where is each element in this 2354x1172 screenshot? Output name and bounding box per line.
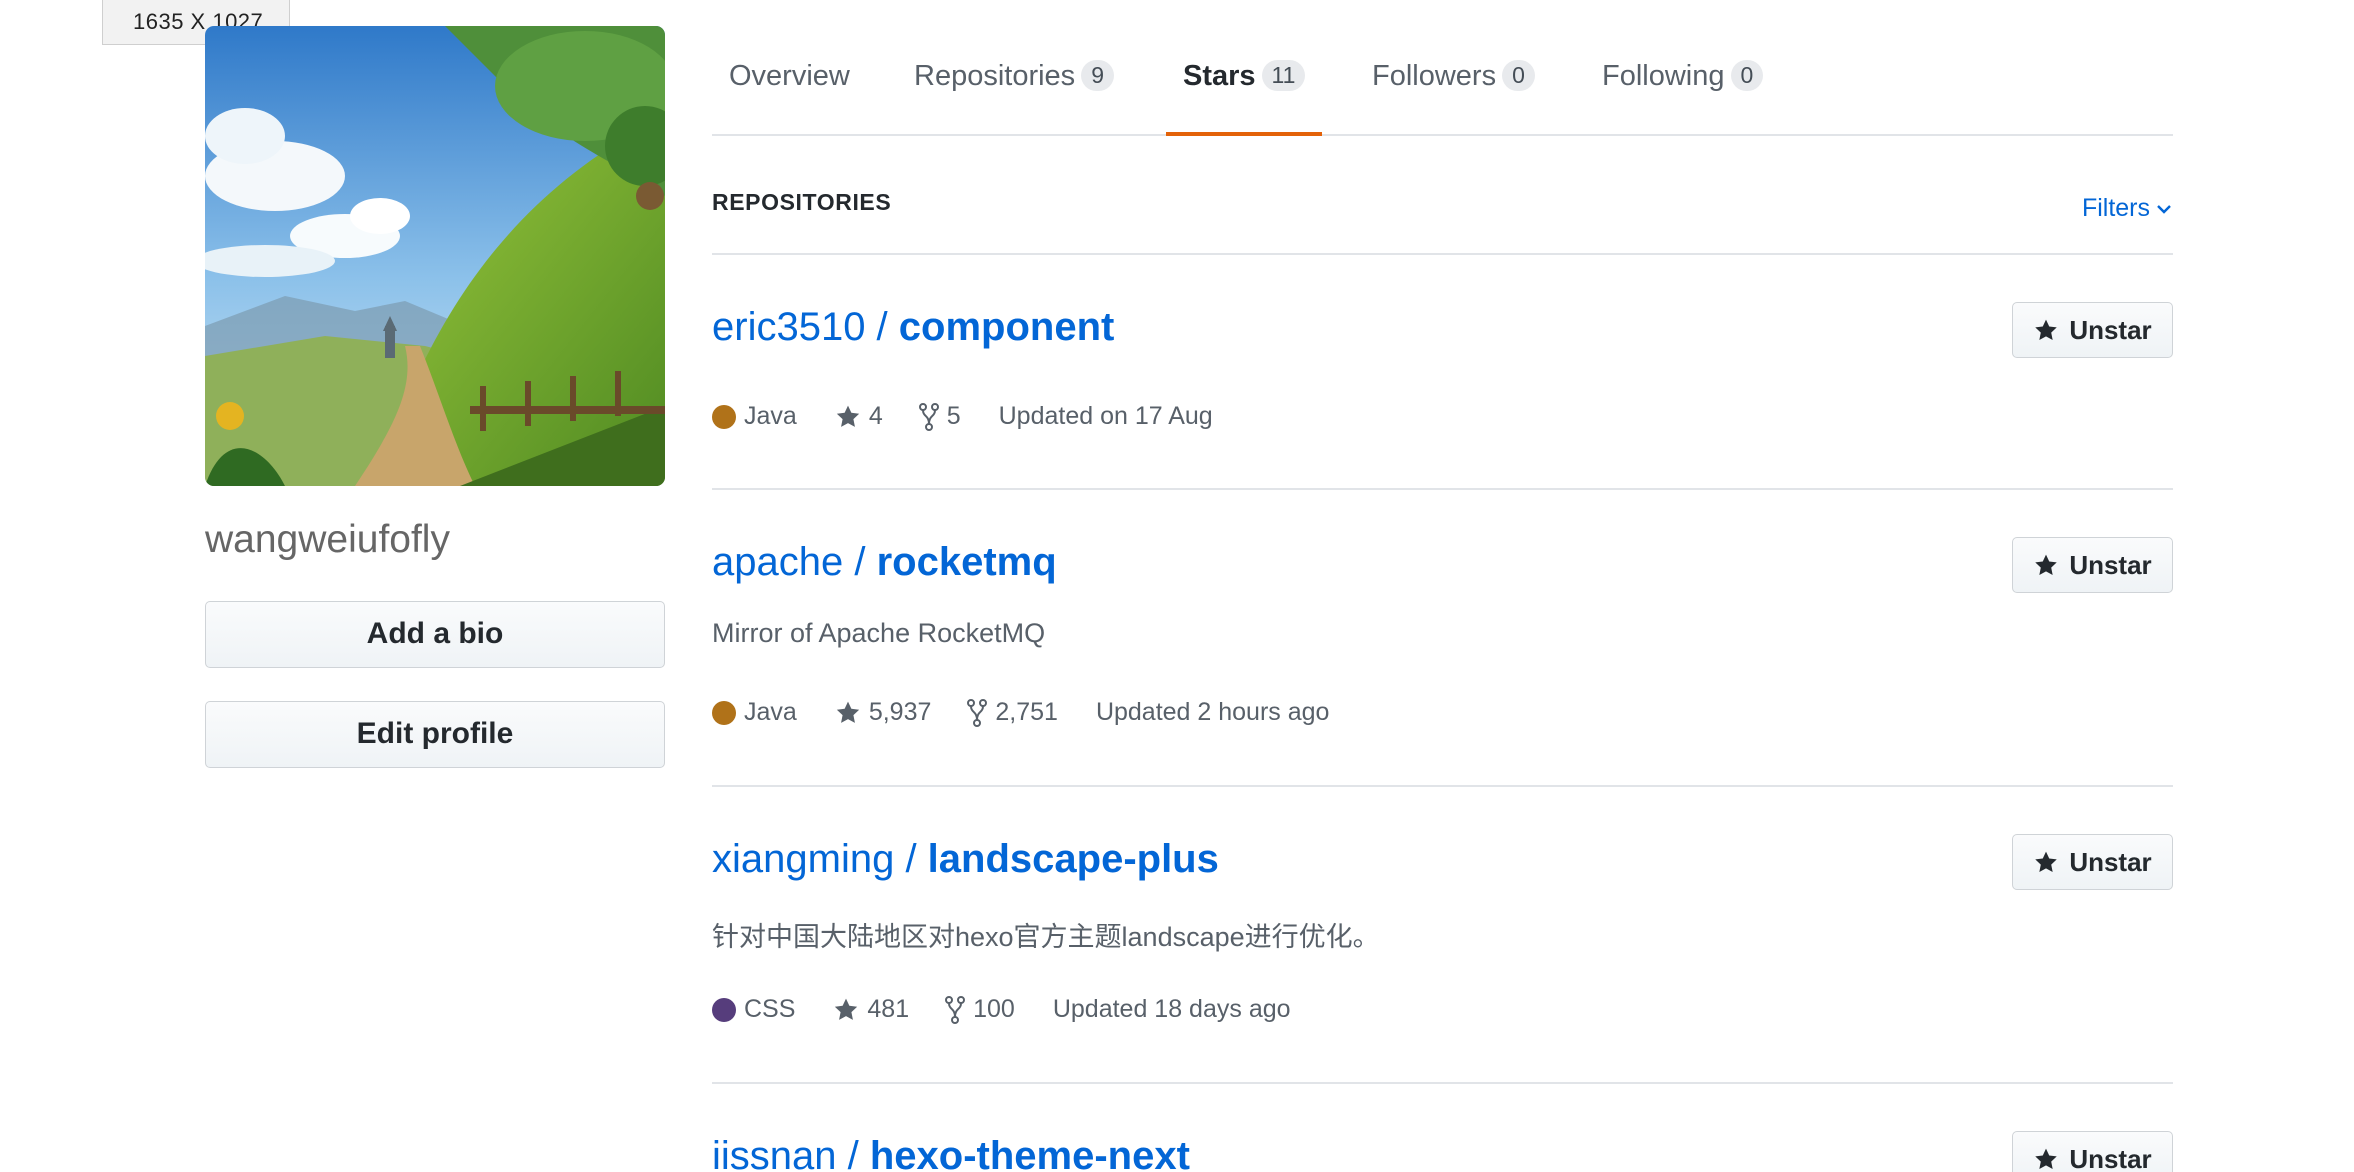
- repo-stars[interactable]: 5,937: [835, 698, 932, 727]
- language-label: Java: [744, 402, 797, 430]
- repo-forks[interactable]: 100: [945, 995, 1015, 1024]
- unstar-label: Unstar: [2069, 1143, 2152, 1172]
- star-icon: [835, 998, 858, 1020]
- repo-item: iissnan / hexo-theme-next Unstar: [712, 1084, 2173, 1172]
- stars-count: 4: [868, 402, 883, 430]
- repo-item: apache / rocketmq Unstar Mirror of Apach…: [712, 490, 2173, 787]
- tab-counter: 0: [1730, 60, 1764, 91]
- tab-followers[interactable]: Followers 0: [1372, 60, 1535, 93]
- tab-counter: 9: [1081, 60, 1114, 91]
- section-title: REPOSITORIES: [712, 189, 892, 215]
- tab-counter: 0: [1502, 60, 1535, 91]
- repo-language: Java: [712, 698, 797, 727]
- repo-stars[interactable]: 4: [835, 402, 883, 431]
- forks-count: 100: [973, 995, 1015, 1023]
- tab-label: Overview: [729, 60, 850, 92]
- tab-label: Stars: [1183, 60, 1256, 92]
- repo-owner: eric3510: [712, 305, 866, 349]
- unstar-label: Unstar: [2069, 314, 2152, 345]
- profile-username: wangweiufofly: [205, 518, 450, 561]
- repo-name: landscape-plus: [927, 837, 1219, 881]
- repo-owner: iissnan: [712, 1134, 837, 1172]
- add-bio-button[interactable]: Add a bio: [205, 601, 665, 668]
- unstar-button[interactable]: Unstar: [2012, 834, 2173, 890]
- language-color-dot: [712, 404, 736, 429]
- repo-description: 针对中国大陆地区对hexo官方主题landscape进行优化。: [712, 922, 1380, 952]
- filters-label: Filters: [2081, 194, 2150, 222]
- star-icon: [2035, 319, 2058, 340]
- forks-count: 2,751: [995, 698, 1058, 726]
- repo-name: hexo-theme-next: [869, 1134, 1190, 1172]
- tab-stars[interactable]: Stars 11: [1183, 60, 1306, 93]
- selected-tab-indicator: [1166, 132, 1322, 136]
- tab-overview[interactable]: Overview: [729, 60, 850, 93]
- repo-name: rocketmq: [876, 540, 1057, 584]
- repo-separator: /: [894, 837, 928, 881]
- star-icon: [836, 405, 859, 427]
- unstar-button[interactable]: Unstar: [2012, 1131, 2173, 1172]
- stars-count: 5,937: [868, 698, 932, 726]
- tab-label: Repositories: [914, 60, 1076, 92]
- language-label: Java: [744, 698, 797, 726]
- star-icon: [2035, 554, 2058, 575]
- repo-updated: Updated 2 hours ago: [1095, 698, 1330, 726]
- avatar-image: [205, 26, 665, 486]
- language-color-dot: [712, 700, 736, 725]
- unstar-label: Unstar: [2069, 549, 2152, 580]
- star-icon: [836, 701, 859, 723]
- repo-owner: xiangming: [712, 837, 895, 881]
- repo-updated: Updated 18 days ago: [1052, 995, 1291, 1023]
- repo-item: eric3510 / component Unstar Java 4 5 Upd…: [712, 255, 2173, 490]
- profile-tabs: Overview Repositories 9 Stars 11 Followers…: [712, 0, 2173, 136]
- repo-meta: Java 4 5 Updated on 17 Aug: [712, 402, 1213, 431]
- repo-stars[interactable]: 481: [833, 995, 909, 1024]
- repo-link[interactable]: iissnan / hexo-theme-next: [712, 1134, 1190, 1172]
- repo-forks[interactable]: 2,751: [967, 698, 1058, 727]
- repo-description: Mirror of Apache RocketMQ: [712, 618, 1046, 648]
- repo-separator: /: [843, 540, 877, 584]
- repo-forks[interactable]: 5: [918, 402, 961, 431]
- repo-language: Java: [712, 402, 797, 431]
- language-color-dot: [712, 997, 736, 1022]
- repo-separator: /: [836, 1134, 870, 1172]
- star-icon: [2035, 851, 2058, 872]
- unstar-button[interactable]: Unstar: [2012, 302, 2173, 358]
- chevron-down-icon: [2157, 205, 2171, 215]
- forks-count: 5: [946, 402, 961, 430]
- repo-link[interactable]: xiangming / landscape-plus: [712, 837, 1219, 882]
- repo-item: xiangming / landscape-plus Unstar 针对中国大陆…: [712, 787, 2173, 1084]
- tab-label: Followers: [1372, 60, 1497, 92]
- stars-count: 481: [867, 995, 910, 1023]
- tab-following[interactable]: Following 0: [1602, 60, 1764, 93]
- repo-separator: /: [865, 305, 899, 349]
- fork-icon: [967, 698, 988, 727]
- filters-dropdown[interactable]: Filters: [2082, 194, 2172, 223]
- unstar-button[interactable]: Unstar: [2012, 537, 2173, 593]
- edit-profile-button[interactable]: Edit profile: [205, 701, 665, 768]
- tab-counter: 11: [1261, 60, 1306, 91]
- repo-link[interactable]: eric3510 / component: [712, 305, 1114, 350]
- fork-icon: [918, 402, 939, 431]
- repo-language: CSS: [712, 995, 795, 1024]
- avatar[interactable]: [205, 26, 665, 486]
- star-icon: [2035, 1148, 2058, 1169]
- language-label: CSS: [744, 995, 796, 1023]
- fork-icon: [945, 995, 966, 1024]
- tab-repositories[interactable]: Repositories 9: [914, 60, 1114, 93]
- repo-link[interactable]: apache / rocketmq: [712, 540, 1057, 585]
- repo-meta: Java 5,937 2,751 Updated 2 hours ago: [712, 698, 1329, 727]
- repo-owner: apache: [712, 540, 844, 584]
- repo-updated: Updated on 17 Aug: [998, 402, 1213, 430]
- repo-name: component: [898, 305, 1115, 349]
- repo-meta: CSS 481 100 Updated 18 days ago: [712, 995, 1291, 1024]
- tab-label: Following: [1602, 60, 1725, 92]
- unstar-label: Unstar: [2069, 846, 2152, 877]
